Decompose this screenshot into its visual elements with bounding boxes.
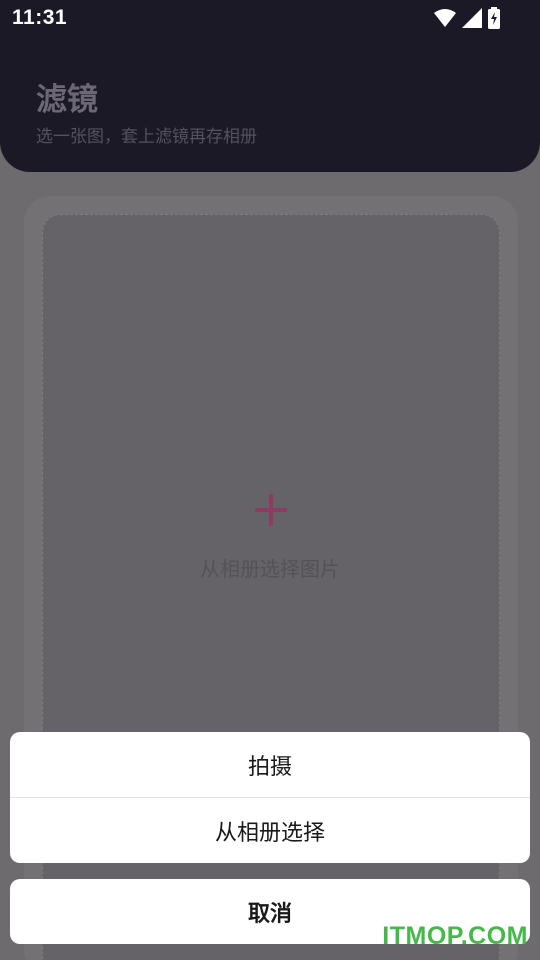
pick-image-label[interactable]: 从相册选择图片 [0,553,540,582]
header: 11:31 滤镜 选一张图，套上滤镜再存相册 [0,0,540,172]
status-bar: 11:31 [0,0,540,36]
watermark-logo: ITMOP.COM [382,922,528,950]
page-subtitle: 选一张图，套上滤镜再存相册 [36,127,257,147]
status-time: 11:31 [12,6,68,29]
page-title: 滤镜 [36,82,98,118]
battery-charging-icon [488,7,500,33]
cellular-signal-icon [462,8,482,32]
screen: 11:31 滤镜 选一张图，套上滤镜再存相册 从相册选择图片 拍摄 从相册选择 … [0,0,540,960]
wifi-icon [434,8,456,32]
status-icons [434,7,500,33]
take-photo-button[interactable]: 拍摄 [10,732,530,797]
action-sheet: 拍摄 从相册选择 [10,732,530,863]
choose-from-album-button[interactable]: 从相册选择 [10,798,530,863]
plus-icon[interactable] [255,494,287,526]
